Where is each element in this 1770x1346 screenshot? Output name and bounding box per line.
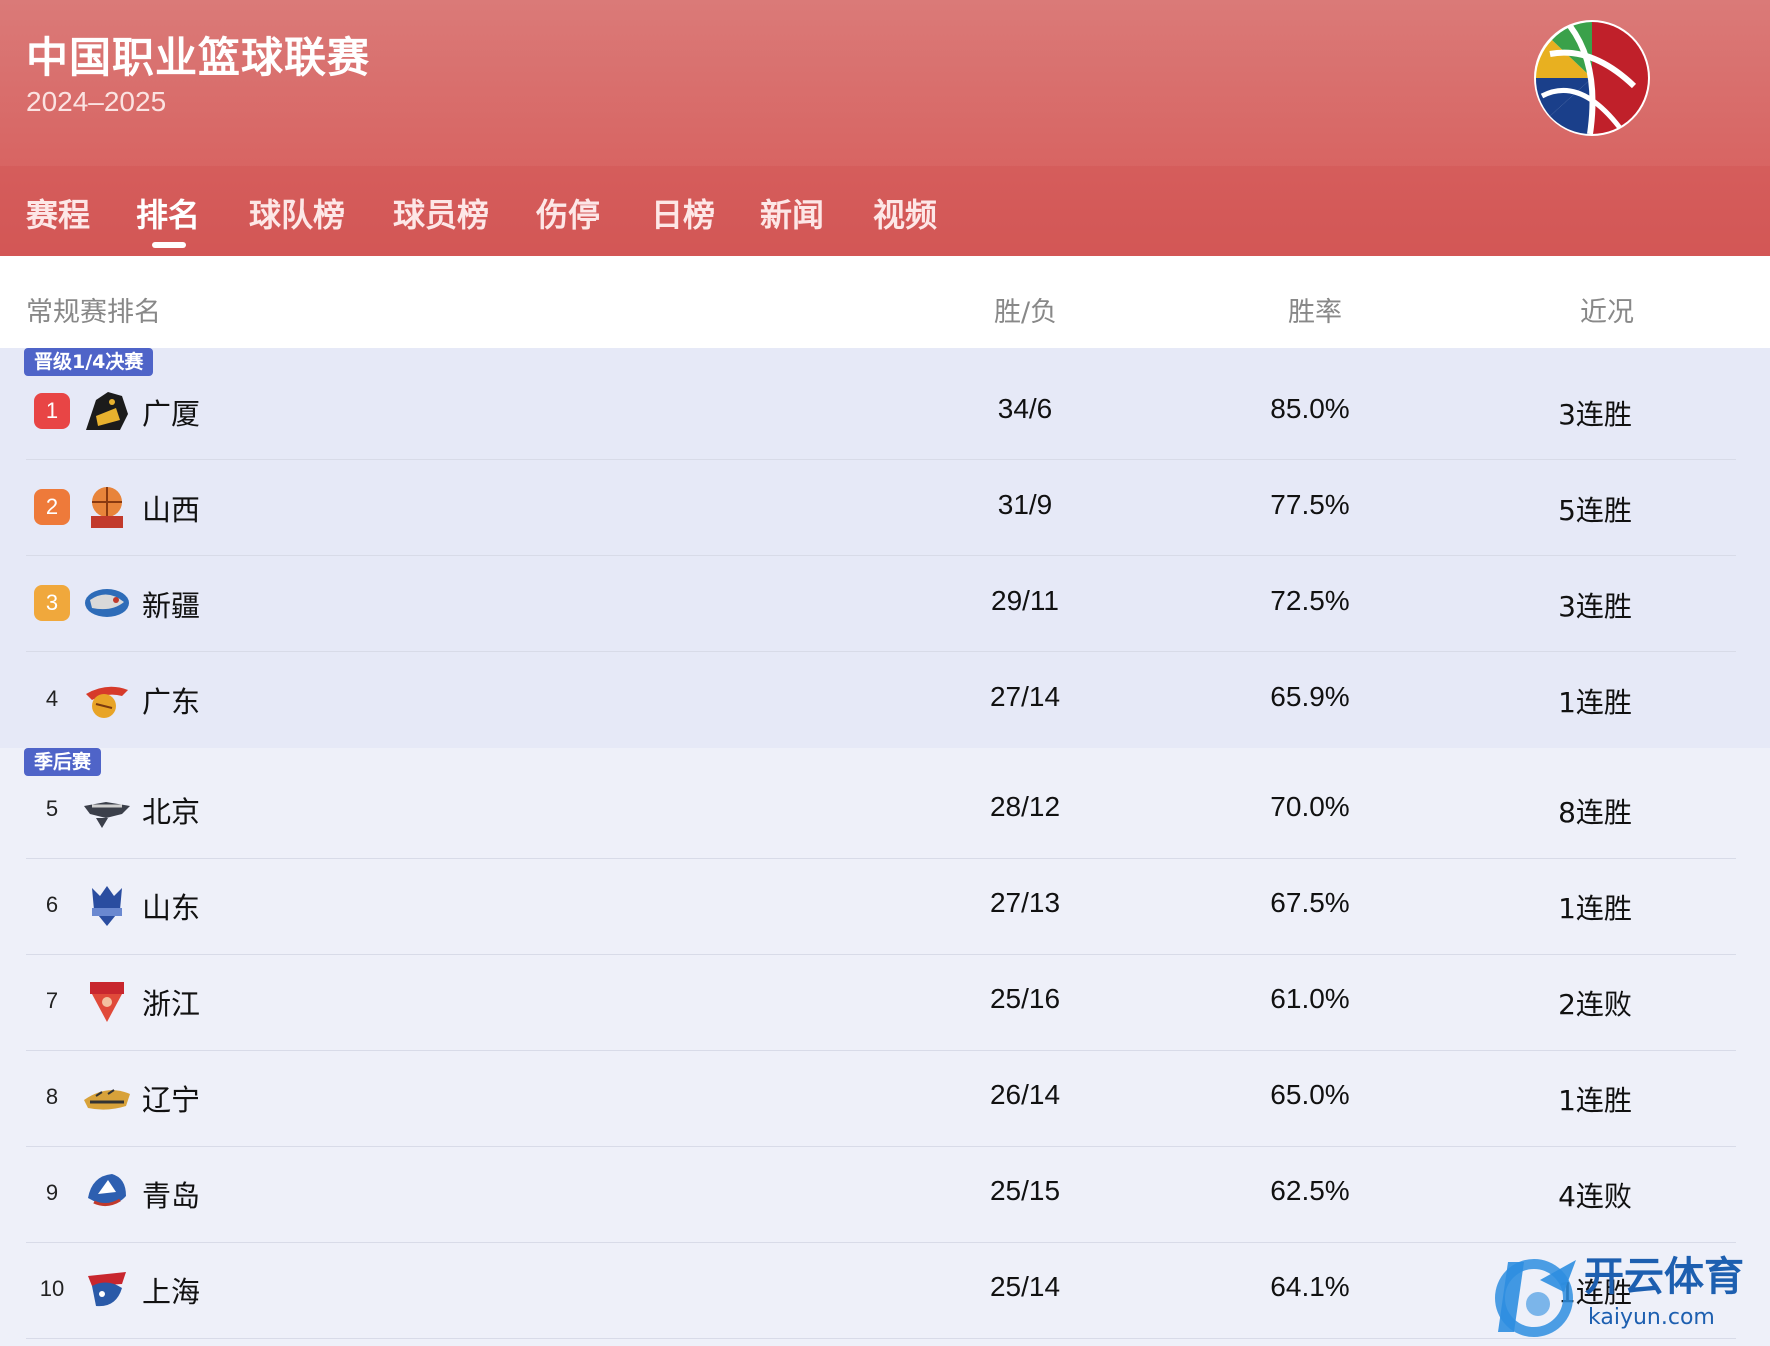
- win-pct: 72.5%: [1270, 585, 1350, 616]
- win-loss: 26/14: [989, 1079, 1061, 1110]
- table-row[interactable]: 2 山西 31/9 77.5% 5连胜: [0, 459, 1770, 555]
- tab-team-leaders[interactable]: 球队榜: [249, 190, 345, 236]
- tab-standings[interactable]: 排名: [136, 190, 200, 236]
- streak: 5连胜: [1558, 494, 1632, 527]
- table-row[interactable]: 9 青岛 25/15 62.5% 4连败: [0, 1146, 1770, 1242]
- table-row[interactable]: 1 广厦 34/6 85.0% 3连胜: [0, 363, 1770, 459]
- tab-news[interactable]: 新闻: [760, 190, 824, 236]
- table-row[interactable]: 5 北京 28/12 70.0% 8连胜: [0, 762, 1770, 858]
- team-name: 广东: [142, 685, 201, 719]
- team-name: 上海: [142, 1275, 201, 1309]
- watermark-site: kaiyun.com: [1588, 1305, 1715, 1330]
- streak: 3连胜: [1558, 590, 1632, 623]
- column-header-pct: 胜率: [1288, 297, 1342, 328]
- rank-badge: 2: [34, 489, 70, 525]
- rank-number: 8: [45, 1084, 59, 1109]
- team-name: 青岛: [142, 1179, 201, 1213]
- table-row[interactable]: 8 辽宁 26/14 65.0% 1连胜: [0, 1050, 1770, 1146]
- team-name: 新疆: [142, 589, 201, 623]
- streak: 8连胜: [1558, 796, 1632, 829]
- team-name: 浙江: [142, 987, 201, 1021]
- win-loss: 25/16: [989, 983, 1061, 1014]
- streak: 2连败: [1558, 988, 1632, 1021]
- rank-number: 7: [45, 988, 59, 1013]
- beijing-logo-icon: [84, 802, 130, 828]
- tab-schedule[interactable]: 赛程: [26, 190, 90, 236]
- rank-number: 5: [45, 796, 59, 821]
- zhejiang-logo-icon: [90, 982, 124, 1022]
- streak: 1连胜: [1558, 892, 1632, 925]
- qingdao-logo-icon: [88, 1174, 126, 1207]
- win-pct: 65.0%: [1270, 1079, 1350, 1110]
- streak: 1连胜: [1558, 686, 1632, 719]
- table-row[interactable]: 6 山东 27/13 67.5% 1连胜: [0, 858, 1770, 954]
- season-label: 2024–2025: [26, 86, 167, 117]
- kaiyun-watermark-icon: 开云体育 kaiyun.com: [1495, 1254, 1744, 1337]
- win-loss: 28/12: [989, 791, 1061, 822]
- win-loss: 27/14: [989, 681, 1061, 712]
- table-row[interactable]: 3 新疆 29/11 72.5% 3连胜: [0, 555, 1770, 651]
- tab-injuries[interactable]: 伤停: [536, 190, 600, 236]
- win-loss: 31/9: [997, 489, 1053, 520]
- team-name: 山西: [142, 493, 201, 527]
- team-name: 山东: [142, 891, 201, 925]
- win-pct: 62.5%: [1270, 1175, 1350, 1206]
- win-pct: 77.5%: [1270, 489, 1350, 520]
- column-header-wl: 胜/负: [994, 297, 1058, 328]
- cba-logo-icon: [1534, 20, 1650, 136]
- section-title: 常规赛排名: [26, 297, 161, 328]
- table-row[interactable]: 4 广东 27/14 65.9% 1连胜: [0, 651, 1770, 747]
- rank-number: 10: [39, 1276, 65, 1301]
- team-name: 辽宁: [142, 1083, 201, 1117]
- watermark-brand: 开云体育: [1584, 1254, 1744, 1300]
- rank-badge: 3: [34, 585, 70, 621]
- column-header-streak: 近况: [1580, 297, 1634, 328]
- team-name: 广厦: [142, 397, 201, 431]
- streak: 1连胜: [1558, 1084, 1632, 1117]
- win-loss: 25/14: [989, 1271, 1061, 1302]
- win-pct: 70.0%: [1270, 791, 1350, 822]
- win-pct: 67.5%: [1270, 887, 1350, 918]
- tab-daily[interactable]: 日榜: [651, 190, 715, 236]
- table-row[interactable]: 7 浙江 25/16 61.0% 2连败: [0, 954, 1770, 1050]
- shanghai-logo-icon: [88, 1272, 126, 1307]
- xinjiang-logo-icon: [85, 589, 129, 617]
- win-loss: 27/13: [989, 887, 1061, 918]
- liaoning-logo-icon: [84, 1089, 130, 1110]
- shanxi-logo-icon: [91, 487, 123, 528]
- tab-videos[interactable]: 视频: [873, 190, 937, 236]
- win-loss: 34/6: [997, 393, 1053, 424]
- team-name: 北京: [142, 795, 201, 829]
- table-header: [0, 256, 1770, 348]
- active-tab-indicator: [152, 242, 186, 248]
- win-pct: 64.1%: [1270, 1271, 1350, 1302]
- win-loss: 29/11: [991, 585, 1059, 616]
- shandong-logo-icon: [92, 886, 122, 926]
- win-pct: 65.9%: [1270, 681, 1350, 712]
- win-loss: 25/15: [989, 1175, 1061, 1206]
- app-title: 中国职业篮球联赛: [26, 33, 371, 82]
- rank-badge: 1: [34, 393, 70, 429]
- rank-number: 6: [45, 892, 59, 917]
- tab-player-leaders[interactable]: 球员榜: [393, 190, 489, 236]
- guangdong-logo-icon: [86, 686, 128, 718]
- win-pct: 85.0%: [1270, 393, 1350, 424]
- rank-number: 4: [45, 686, 59, 711]
- guangsha-logo-icon: [86, 392, 128, 430]
- win-pct: 61.0%: [1270, 983, 1350, 1014]
- rank-number: 9: [45, 1180, 59, 1205]
- streak: 3连胜: [1558, 398, 1632, 431]
- streak: 4连败: [1558, 1180, 1632, 1213]
